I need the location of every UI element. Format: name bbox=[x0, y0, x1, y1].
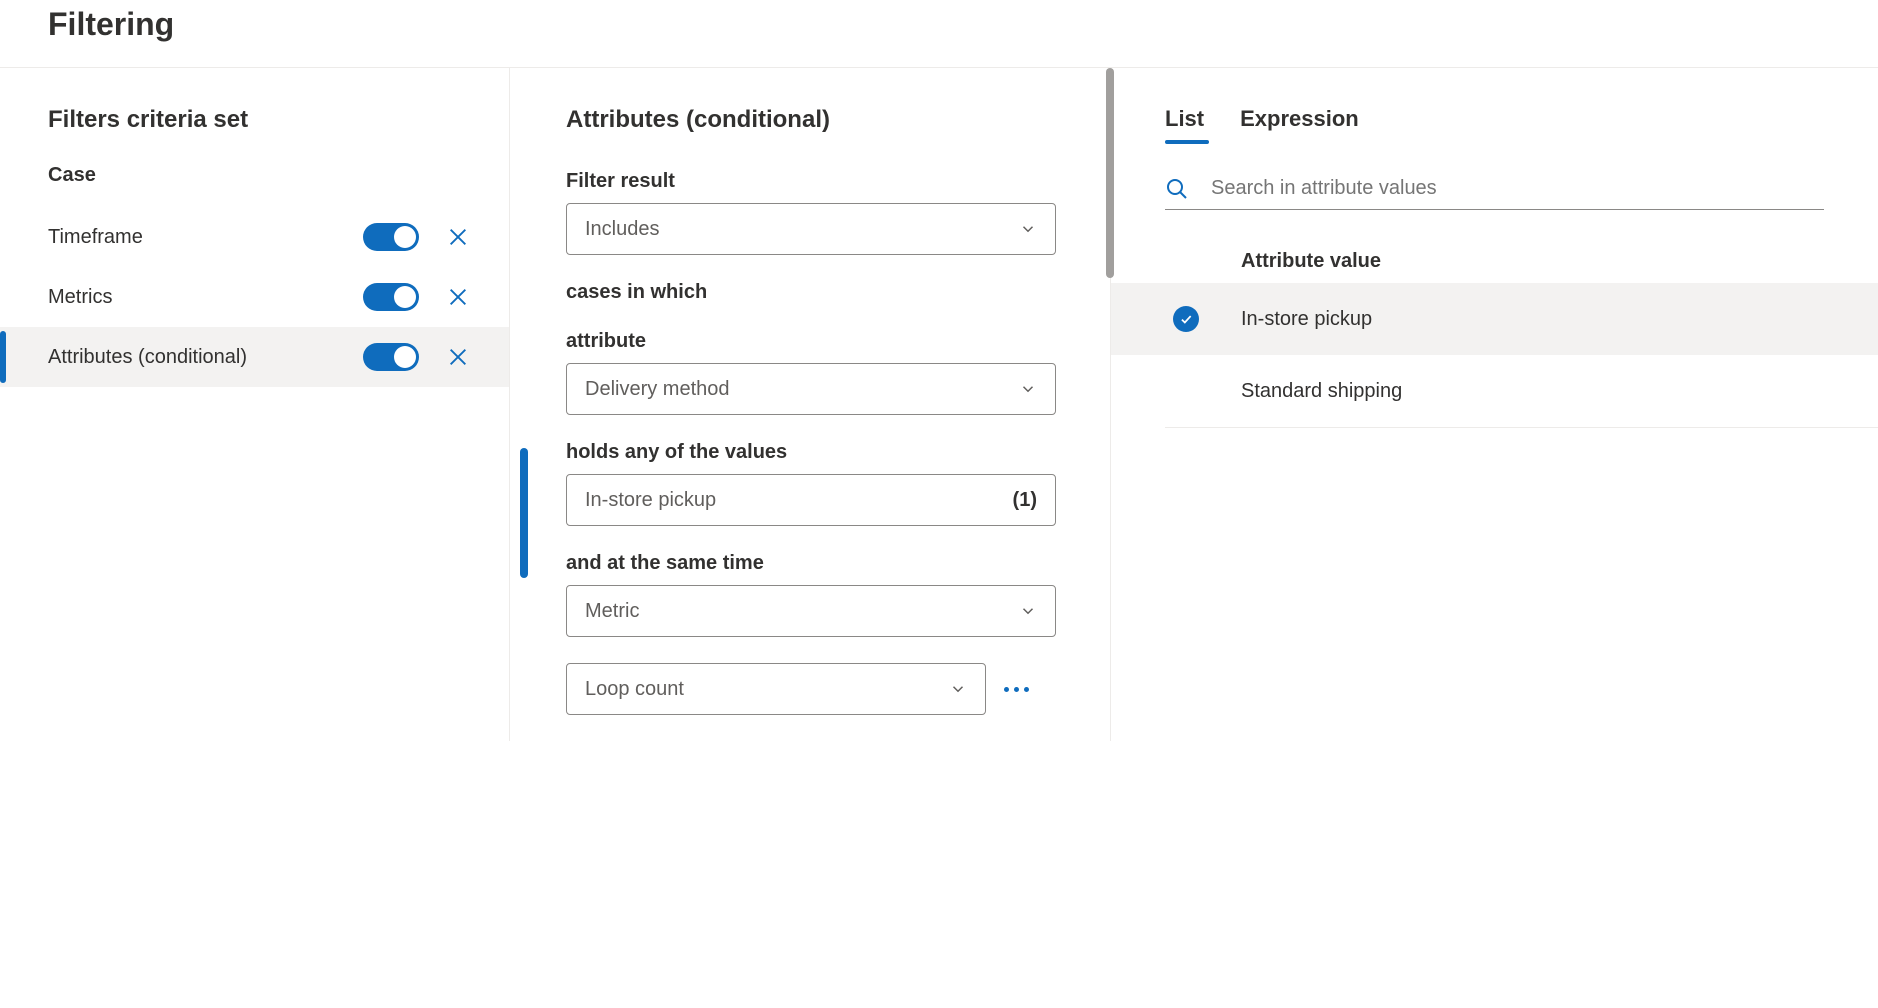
sametime-label: and at the same time bbox=[566, 552, 1110, 575]
attribute-filter-title: Attributes (conditional) bbox=[566, 106, 1110, 134]
attribute-value-row[interactable]: In-store pickup bbox=[1111, 283, 1878, 355]
attribute-value-row[interactable]: Standard shipping bbox=[1111, 355, 1878, 427]
cases-label: cases in which bbox=[566, 281, 1110, 304]
filter-result-label: Filter result bbox=[566, 170, 1110, 193]
filter-label: Metrics bbox=[48, 286, 363, 309]
values-panel: List Expression Attribute value In-store… bbox=[1110, 68, 1878, 741]
attribute-filter-panel: Attributes (conditional) Filter result I… bbox=[510, 68, 1110, 741]
search-icon bbox=[1165, 177, 1189, 201]
sametime-value: Metric bbox=[585, 600, 639, 623]
extra-condition-value: Loop count bbox=[585, 678, 684, 701]
remove-attributes-icon[interactable] bbox=[447, 346, 469, 368]
filter-label: Attributes (conditional) bbox=[48, 346, 363, 369]
holds-value-count: (1) bbox=[1013, 489, 1037, 512]
sametime-select[interactable]: Metric bbox=[566, 585, 1056, 637]
search-input[interactable] bbox=[1209, 176, 1824, 201]
holds-label: holds any of the values bbox=[566, 441, 1110, 464]
extra-condition-select[interactable]: Loop count bbox=[566, 663, 986, 715]
filters-panel-title: Filters criteria set bbox=[48, 106, 509, 134]
scrollbar[interactable] bbox=[1106, 68, 1114, 278]
tab-list[interactable]: List bbox=[1165, 106, 1204, 142]
tab-expression[interactable]: Expression bbox=[1240, 106, 1359, 142]
filter-row-timeframe[interactable]: Timeframe bbox=[0, 207, 509, 267]
row-divider bbox=[1165, 427, 1878, 428]
section-indicator bbox=[520, 448, 528, 578]
attribute-label: attribute bbox=[566, 330, 1110, 353]
attribute-value-label: Standard shipping bbox=[1241, 380, 1402, 403]
holds-value-text: In-store pickup bbox=[585, 489, 716, 512]
toggle-metrics[interactable] bbox=[363, 283, 419, 311]
filter-label: Timeframe bbox=[48, 226, 363, 249]
filter-result-value: Includes bbox=[585, 218, 660, 241]
filters-panel: Filters criteria set Case Timeframe Metr… bbox=[0, 68, 510, 741]
filter-row-attributes[interactable]: Attributes (conditional) bbox=[0, 327, 509, 387]
attribute-value-label: In-store pickup bbox=[1241, 308, 1372, 331]
chevron-down-icon bbox=[949, 680, 967, 698]
attribute-value-header: Attribute value bbox=[1241, 250, 1878, 273]
chevron-down-icon bbox=[1019, 220, 1037, 238]
filters-group-case: Case bbox=[48, 164, 509, 187]
search-field[interactable] bbox=[1165, 176, 1824, 210]
more-actions-icon[interactable] bbox=[1004, 687, 1029, 692]
filter-row-metrics[interactable]: Metrics bbox=[0, 267, 509, 327]
toggle-attributes[interactable] bbox=[363, 343, 419, 371]
filter-result-select[interactable]: Includes bbox=[566, 203, 1056, 255]
chevron-down-icon bbox=[1019, 602, 1037, 620]
attribute-value: Delivery method bbox=[585, 378, 730, 401]
checkmark-icon bbox=[1173, 306, 1199, 332]
remove-timeframe-icon[interactable] bbox=[447, 226, 469, 248]
chevron-down-icon bbox=[1019, 380, 1037, 398]
toggle-timeframe[interactable] bbox=[363, 223, 419, 251]
attribute-select[interactable]: Delivery method bbox=[566, 363, 1056, 415]
holds-values-box[interactable]: In-store pickup (1) bbox=[566, 474, 1056, 526]
page-title: Filtering bbox=[48, 6, 1878, 43]
checkmark-empty bbox=[1173, 378, 1199, 404]
remove-metrics-icon[interactable] bbox=[447, 286, 469, 308]
